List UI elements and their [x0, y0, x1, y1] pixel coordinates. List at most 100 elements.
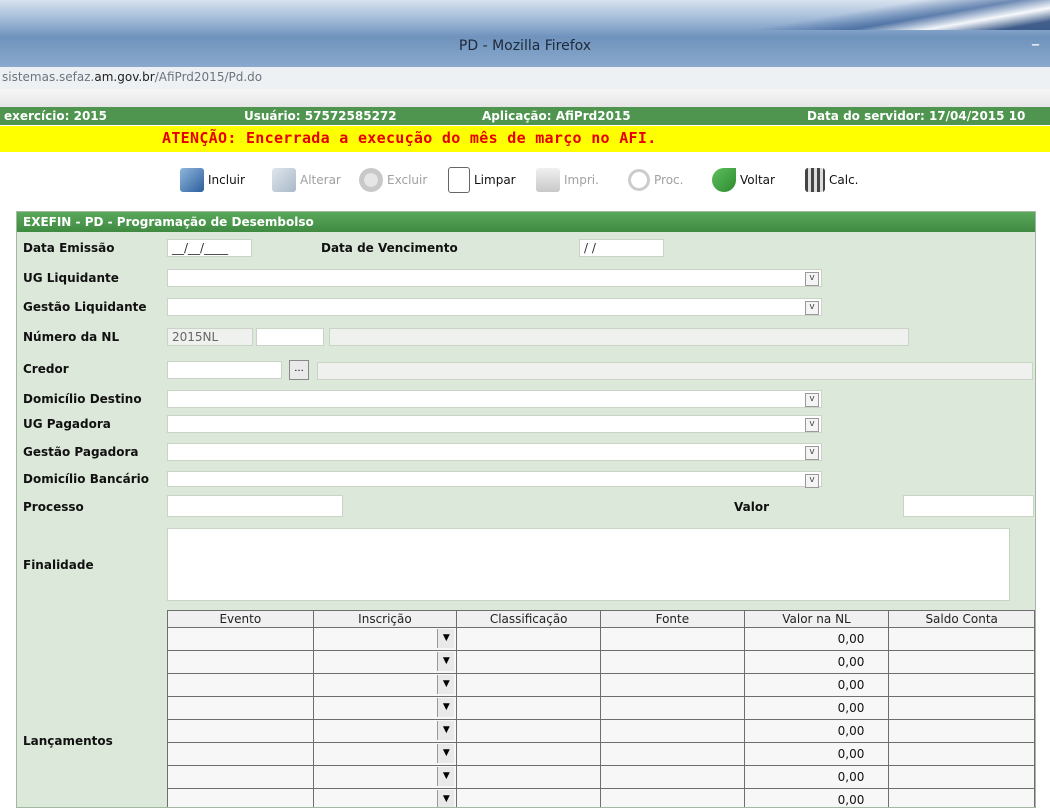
lancamentos-table: Evento Inscrição Classificação Fonte Val…	[167, 610, 1035, 808]
domicilio-destino-select[interactable]: v	[167, 390, 822, 408]
limpar-button[interactable]: Limpar	[448, 166, 516, 194]
evento-cell[interactable]	[168, 789, 314, 808]
dropdown-arrow-icon[interactable]: ▼	[437, 652, 454, 671]
dropdown-arrow-icon[interactable]: ▼	[437, 744, 454, 763]
dropdown-arrow-icon[interactable]: ▼	[437, 698, 454, 717]
alert-text: ATENÇÃO: Encerrada a execução do mês de …	[162, 129, 657, 147]
saldo-conta-cell	[889, 651, 1035, 674]
inscricao-cell[interactable]: ▼	[313, 674, 457, 697]
minimize-button[interactable]: –	[1031, 34, 1040, 55]
ug-liquidante-select[interactable]: v	[167, 269, 822, 287]
dropdown-arrow-icon[interactable]: ▼	[437, 721, 454, 740]
saldo-conta-cell	[889, 720, 1035, 743]
fonte-cell[interactable]	[601, 720, 745, 743]
table-row: ▼ 0,00	[168, 789, 1035, 808]
numero-nl-prefix-input[interactable]: 2015NL	[167, 328, 253, 346]
valor-nl-cell: 0,00	[744, 743, 889, 766]
classificacao-cell[interactable]	[457, 789, 601, 808]
evento-cell[interactable]	[168, 674, 314, 697]
gestao-pagadora-select[interactable]: v	[167, 443, 822, 461]
incluir-label: Incluir	[208, 173, 245, 187]
data-vencimento-input[interactable]: / /	[579, 239, 664, 257]
dropdown-arrow-icon[interactable]: ▼	[437, 767, 454, 786]
classificacao-cell[interactable]	[457, 697, 601, 720]
credor-input[interactable]	[167, 361, 282, 379]
form-panel: EXEFIN - PD - Programação de Desembolso …	[16, 211, 1036, 808]
inscricao-cell[interactable]: ▼	[313, 720, 457, 743]
numero-nl-input[interactable]	[256, 328, 324, 346]
evento-cell[interactable]	[168, 628, 314, 651]
credor-name-display	[317, 362, 1033, 380]
chevron-down-icon: v	[805, 446, 819, 460]
exercicio-text: exercício: 2015	[4, 109, 107, 123]
column-header-valor-nl: Valor na NL	[744, 611, 889, 628]
calculator-icon	[805, 168, 825, 192]
classificacao-cell[interactable]	[457, 651, 601, 674]
inscricao-cell[interactable]: ▼	[313, 697, 457, 720]
fonte-cell[interactable]	[601, 697, 745, 720]
excluir-button[interactable]: Excluir	[359, 166, 427, 194]
fonte-cell[interactable]	[601, 743, 745, 766]
address-bar[interactable]: sistemas.sefaz.am.gov.br/AfiPrd2015/Pd.d…	[0, 67, 1050, 90]
fonte-cell[interactable]	[601, 651, 745, 674]
evento-cell[interactable]	[168, 720, 314, 743]
evento-cell[interactable]	[168, 651, 314, 674]
evento-cell[interactable]	[168, 697, 314, 720]
gestao-liquidante-select[interactable]: v	[167, 298, 822, 316]
inscricao-cell[interactable]: ▼	[313, 789, 457, 808]
chevron-down-icon: v	[805, 418, 819, 432]
back-arrow-icon	[712, 168, 736, 192]
classificacao-cell[interactable]	[457, 720, 601, 743]
inscricao-cell[interactable]: ▼	[313, 743, 457, 766]
evento-cell[interactable]	[168, 766, 314, 789]
inscricao-cell[interactable]: ▼	[313, 628, 457, 651]
table-row: ▼ 0,00	[168, 720, 1035, 743]
calc-label: Calc.	[829, 173, 858, 187]
inscricao-cell[interactable]: ▼	[313, 766, 457, 789]
valor-nl-cell: 0,00	[744, 674, 889, 697]
impri-label: Impri.	[564, 173, 599, 187]
classificacao-cell[interactable]	[457, 743, 601, 766]
processo-input[interactable]	[167, 495, 343, 517]
fonte-cell[interactable]	[601, 674, 745, 697]
saldo-conta-cell	[889, 697, 1035, 720]
column-header-classificacao: Classificação	[457, 611, 601, 628]
data-emissao-input[interactable]: __/__/____	[167, 239, 252, 257]
new-document-icon	[448, 167, 470, 193]
valor-nl-cell: 0,00	[744, 720, 889, 743]
data-vencimento-label: Data de Vencimento	[321, 241, 458, 255]
dropdown-arrow-icon[interactable]: ▼	[437, 675, 454, 694]
finalidade-textarea[interactable]	[167, 528, 1010, 601]
lancamentos-label: Lançamentos	[23, 734, 113, 748]
imprimir-button[interactable]: Impri.	[536, 166, 599, 194]
voltar-button[interactable]: Voltar	[712, 166, 775, 194]
dropdown-arrow-icon[interactable]: ▼	[437, 790, 454, 808]
alterar-button[interactable]: Alterar	[272, 166, 341, 194]
fonte-cell[interactable]	[601, 766, 745, 789]
classificacao-cell[interactable]	[457, 674, 601, 697]
ug-pagadora-label: UG Pagadora	[23, 417, 111, 431]
incluir-button[interactable]: Incluir	[180, 166, 245, 194]
classificacao-cell[interactable]	[457, 628, 601, 651]
domicilio-bancario-select[interactable]: v	[167, 471, 822, 487]
valor-nl-cell: 0,00	[744, 651, 889, 674]
evento-cell[interactable]	[168, 743, 314, 766]
credor-lookup-button[interactable]: ...	[289, 360, 309, 380]
inscricao-cell[interactable]: ▼	[313, 651, 457, 674]
valor-input[interactable]	[903, 495, 1034, 517]
proc-label: Proc.	[654, 173, 683, 187]
calc-button[interactable]: Calc.	[805, 166, 858, 194]
dropdown-arrow-icon[interactable]: ▼	[437, 629, 454, 648]
valor-nl-cell: 0,00	[744, 766, 889, 789]
fonte-cell[interactable]	[601, 789, 745, 808]
url-domain: am.gov.br	[94, 70, 154, 84]
classificacao-cell[interactable]	[457, 766, 601, 789]
credor-label: Credor	[23, 362, 69, 376]
fonte-cell[interactable]	[601, 628, 745, 651]
panel-title: EXEFIN - PD - Programação de Desembolso	[23, 215, 314, 229]
url-text[interactable]: sistemas.sefaz.am.gov.br/AfiPrd2015/Pd.d…	[2, 70, 262, 84]
ug-pagadora-select[interactable]: v	[167, 415, 822, 433]
saldo-conta-cell	[889, 766, 1035, 789]
valor-nl-cell: 0,00	[744, 789, 889, 808]
procurar-button[interactable]: Proc.	[628, 166, 683, 194]
